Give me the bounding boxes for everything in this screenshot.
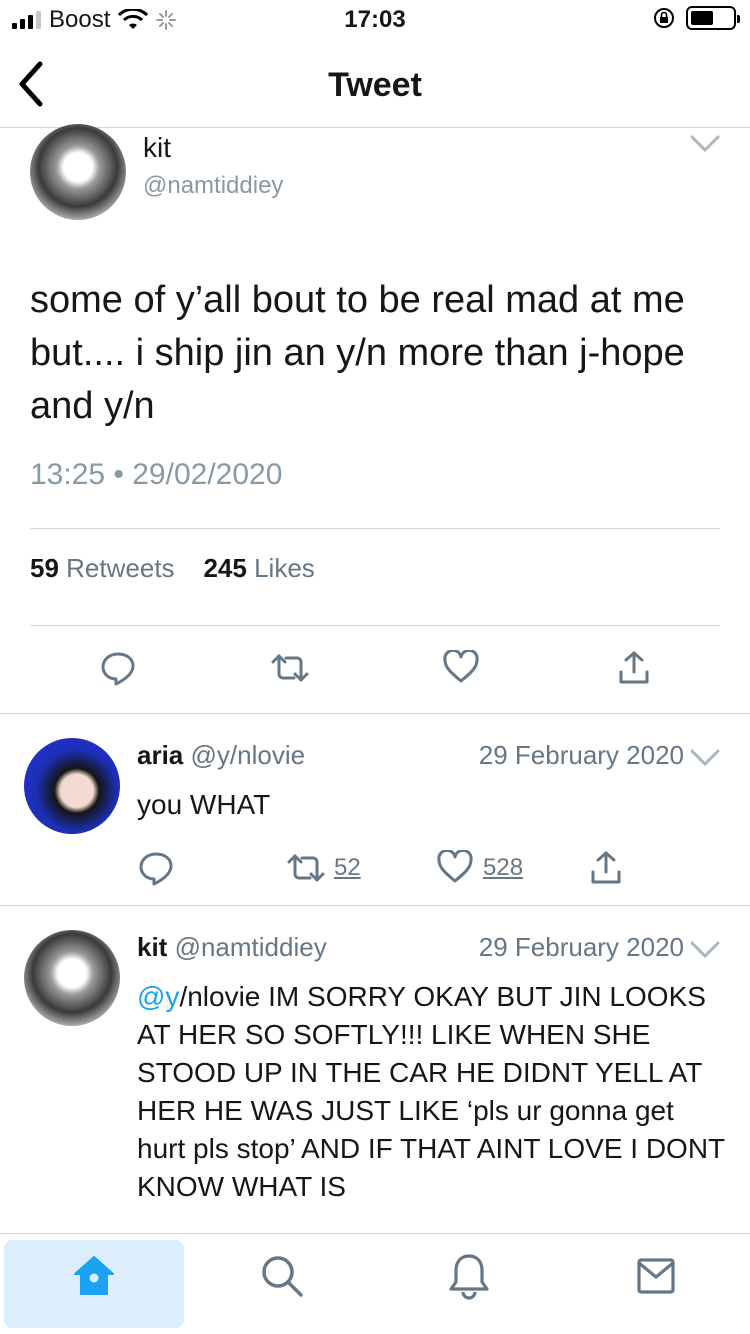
- separator: [0, 713, 750, 714]
- author-handle[interactable]: @namtiddiey: [175, 932, 327, 962]
- home-icon[interactable]: [72, 1254, 116, 1298]
- chevron-down-icon[interactable]: [690, 748, 720, 768]
- author-name[interactable]: aria: [137, 740, 183, 770]
- author-handle[interactable]: @namtiddiey: [143, 172, 283, 200]
- nav-bar: Tweet: [0, 40, 750, 128]
- bell-icon[interactable]: [448, 1252, 490, 1300]
- retweet-icon[interactable]: [270, 652, 310, 684]
- reply-date: 29 February 2020: [478, 740, 684, 770]
- avatar[interactable]: [24, 930, 120, 1026]
- mention-link[interactable]: @y: [137, 981, 179, 1012]
- avatar[interactable]: [30, 124, 126, 220]
- tweet-timestamp: 13:25 • 29/02/2020: [30, 458, 283, 491]
- page-title: Tweet: [328, 66, 422, 104]
- tweet-stats: 59 Retweets 245 Likes: [30, 553, 315, 584]
- avatar[interactable]: [24, 738, 120, 834]
- like-count[interactable]: 528: [483, 854, 523, 882]
- reply-header: aria @y/nlovie: [137, 740, 305, 771]
- author-name[interactable]: kit: [143, 132, 171, 164]
- retweet-count[interactable]: 52: [334, 854, 361, 882]
- share-icon[interactable]: [618, 650, 650, 686]
- reply-date: 29 February 2020: [478, 932, 684, 962]
- reply-actions: 52 528: [0, 848, 750, 888]
- reply-text: you WHAT: [137, 789, 271, 820]
- heart-icon[interactable]: [437, 850, 473, 884]
- reply-body: /nlovie IM SORRY OKAY BUT JIN LOOKS AT H…: [137, 981, 725, 1202]
- author-handle[interactable]: @y/nlovie: [191, 740, 306, 770]
- divider: [30, 625, 720, 626]
- tweet-text: some of y’all bout to be real mad at me …: [30, 279, 685, 427]
- chevron-down-icon[interactable]: [690, 940, 720, 960]
- like-count: 245: [203, 553, 247, 583]
- rotation-lock-icon: [654, 8, 674, 28]
- likes-link[interactable]: 245 Likes: [203, 553, 314, 583]
- battery-icon: [686, 6, 740, 30]
- share-icon[interactable]: [590, 850, 622, 886]
- like-label: Likes: [254, 553, 315, 583]
- mail-icon[interactable]: [636, 1256, 676, 1296]
- tweet-actions: [0, 646, 750, 696]
- search-icon[interactable]: [260, 1254, 304, 1298]
- status-right: [652, 6, 740, 30]
- status-time: 17:03: [344, 6, 406, 33]
- reply-text: @y/nlovie IM SORRY OKAY BUT JIN LOOKS AT…: [137, 978, 727, 1206]
- retweets-link[interactable]: 59 Retweets: [30, 553, 175, 583]
- heart-icon[interactable]: [443, 650, 479, 684]
- reply-header: kit @namtiddiey: [137, 932, 327, 963]
- retweet-icon[interactable]: [286, 852, 326, 884]
- retweet-count: 59: [30, 553, 59, 583]
- retweet-label: Retweets: [66, 553, 175, 583]
- reply-icon[interactable]: [100, 650, 136, 686]
- chevron-down-icon[interactable]: [690, 134, 720, 154]
- reply-icon[interactable]: [138, 850, 174, 886]
- divider: [30, 528, 720, 529]
- author-name[interactable]: kit: [137, 932, 167, 962]
- status-bar: Boost 17:03: [0, 0, 750, 40]
- tab-bar: [0, 1233, 750, 1334]
- separator: [0, 905, 750, 906]
